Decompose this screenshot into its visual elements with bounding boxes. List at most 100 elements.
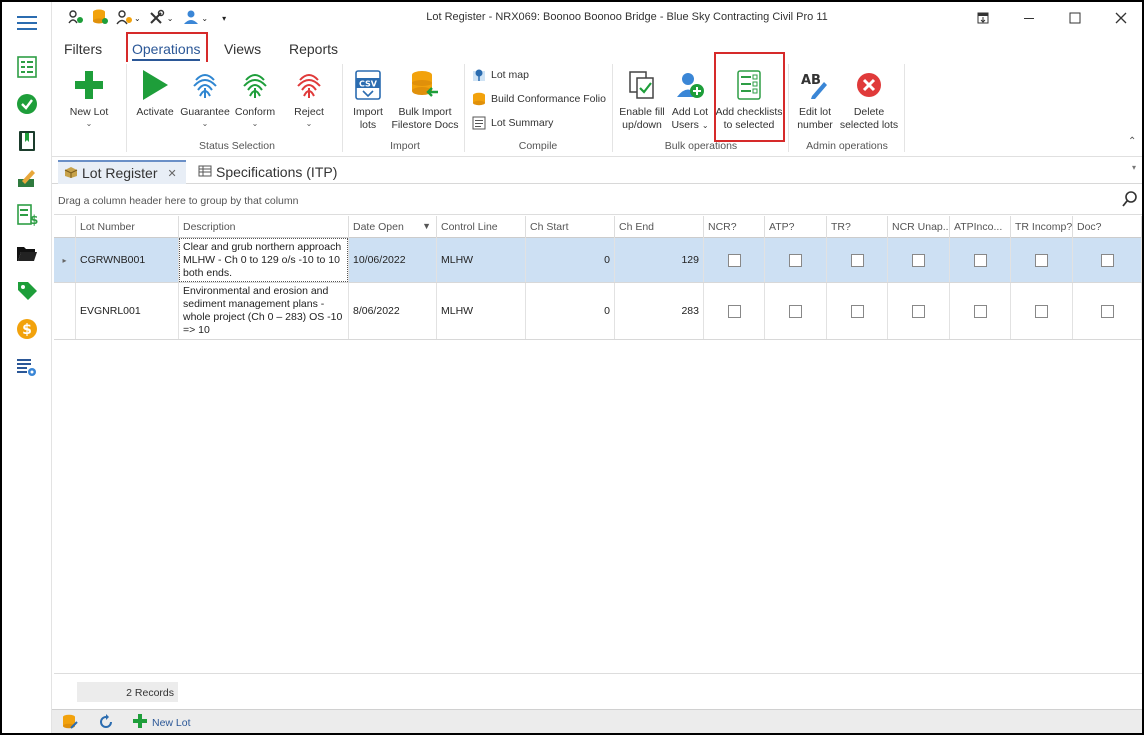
- atp-checkbox[interactable]: [789, 253, 802, 267]
- folder-open-nav-icon[interactable]: [14, 240, 40, 266]
- col-atp[interactable]: ATP?: [765, 216, 827, 238]
- tab-lot-register[interactable]: Lot Register ✕: [58, 160, 186, 184]
- cell-lot-number[interactable]: EVGNRL001: [76, 283, 179, 339]
- status-new-lot-button[interactable]: New Lot: [132, 713, 191, 732]
- close-tab-icon[interactable]: ✕: [167, 167, 176, 180]
- cell-tr: [827, 238, 888, 282]
- col-atp-incomplete[interactable]: ATPInco...: [950, 216, 1011, 238]
- ribbon-display-icon[interactable]: [972, 8, 994, 28]
- document-list-icon: [472, 116, 486, 130]
- group-by-panel[interactable]: Drag a column header here to group by th…: [54, 185, 1142, 215]
- box-icon: [64, 165, 78, 181]
- edit-lot-number-button[interactable]: AB Edit lot number: [792, 68, 838, 132]
- database-edit-icon[interactable]: [62, 714, 78, 733]
- ncr-checkbox[interactable]: [727, 304, 741, 318]
- delete-selected-lots-button[interactable]: Delete selected lots: [838, 68, 900, 132]
- ribbon-separator: [126, 64, 127, 152]
- ribbon-tabs: Filters Operations Views Reports: [52, 34, 1142, 62]
- refresh-icon[interactable]: [98, 714, 114, 733]
- activate-button[interactable]: Activate: [132, 68, 178, 119]
- col-ch-start[interactable]: Ch Start: [526, 216, 615, 238]
- guarantee-button[interactable]: Guarantee ⌄: [178, 68, 232, 128]
- doc-checkbox[interactable]: [1100, 253, 1114, 267]
- tab-views[interactable]: Views: [218, 39, 267, 59]
- add-lot-users-button[interactable]: Add Lot Users ⌄: [668, 68, 712, 132]
- cell-date-open[interactable]: 8/06/2022: [349, 283, 437, 339]
- col-control-line[interactable]: Control Line: [437, 216, 526, 238]
- doc-checkbox[interactable]: [1100, 304, 1114, 318]
- col-description[interactable]: Description: [179, 216, 349, 238]
- atp-checkbox[interactable]: [789, 304, 802, 318]
- build-conformance-folio-button[interactable]: Build Conformance Folio: [472, 90, 606, 108]
- lot-map-button[interactable]: Lot map: [472, 66, 529, 84]
- left-nav: $ $: [2, 2, 52, 733]
- col-ch-end[interactable]: Ch End: [615, 216, 704, 238]
- cell-atp-incomplete: [950, 238, 1011, 282]
- tab-overflow-icon[interactable]: ▾: [1132, 163, 1136, 172]
- reject-button[interactable]: Reject ⌄: [286, 68, 332, 128]
- fingerprint-red-icon: [292, 68, 326, 102]
- bookmark-book-nav-icon[interactable]: [14, 128, 40, 154]
- new-lot-button[interactable]: New Lot ⌄: [64, 68, 114, 128]
- bulk-import-button[interactable]: Bulk Import Filestore Docs: [390, 68, 460, 132]
- cell-ch-end[interactable]: 129: [615, 238, 704, 282]
- col-date-open[interactable]: Date Open ▼: [349, 216, 437, 238]
- close-button[interactable]: [1110, 8, 1132, 28]
- pencil-edit-nav-icon[interactable]: [14, 165, 40, 191]
- tab-specifications[interactable]: Specifications (ITP): [192, 160, 343, 184]
- col-date-open-label: Date Open: [353, 221, 404, 233]
- lot-register-nav-icon[interactable]: [14, 54, 40, 80]
- database-stack-icon: [472, 92, 486, 106]
- col-doc[interactable]: Doc?: [1073, 216, 1142, 238]
- cell-description-wrap[interactable]: Clear and grub northern approach MLHW - …: [179, 238, 349, 282]
- activate-label: Activate: [136, 106, 174, 118]
- table-row[interactable]: EVGNRL001 Environmental and erosion and …: [54, 283, 1142, 340]
- add-user-icon: [673, 68, 707, 102]
- tab-reports[interactable]: Reports: [283, 39, 344, 59]
- tr-checkbox[interactable]: [850, 253, 864, 267]
- tr-checkbox[interactable]: [850, 304, 864, 318]
- chevron-down-icon: ⌄: [251, 119, 259, 128]
- col-ncr-unapproved[interactable]: NCR Unap...: [888, 216, 950, 238]
- ncr-unapproved-checkbox[interactable]: [912, 304, 925, 318]
- tr-incomplete-checkbox[interactable]: [1035, 253, 1048, 267]
- import-lots-button[interactable]: CSV Import lots: [348, 68, 388, 132]
- tr-incomplete-checkbox[interactable]: [1035, 304, 1048, 318]
- maximize-button[interactable]: [1064, 8, 1086, 28]
- search-icon[interactable]: [1122, 191, 1138, 210]
- cell-ch-end[interactable]: 283: [615, 283, 704, 339]
- table-row[interactable]: ▸ CGRWNB001 Clear and grub northern appr…: [54, 238, 1142, 283]
- hamburger-menu-icon[interactable]: [14, 10, 40, 36]
- highlight-box-operations: [126, 32, 208, 64]
- col-tr-incomplete[interactable]: TR Incomp?: [1011, 216, 1073, 238]
- ncr-checkbox[interactable]: [727, 253, 741, 267]
- lot-summary-button[interactable]: Lot Summary: [472, 114, 553, 132]
- cost-document-nav-icon[interactable]: $: [14, 202, 40, 228]
- collapse-ribbon-icon[interactable]: ⌃: [1128, 136, 1136, 147]
- table-settings-nav-icon[interactable]: [14, 354, 40, 380]
- col-ncr[interactable]: NCR?: [704, 216, 765, 238]
- cell-ch-start[interactable]: 0: [526, 283, 615, 339]
- dollar-coin-nav-icon[interactable]: $: [14, 316, 40, 342]
- cell-lot-number[interactable]: CGRWNB001: [76, 238, 179, 282]
- cell-control-line[interactable]: MLHW: [437, 238, 526, 282]
- plus-icon: [132, 713, 148, 732]
- cell-control-line[interactable]: MLHW: [437, 283, 526, 339]
- ncr-unapproved-checkbox[interactable]: [912, 253, 925, 267]
- atp-incomplete-checkbox[interactable]: [973, 253, 987, 267]
- col-tr[interactable]: TR?: [827, 216, 888, 238]
- cell-description[interactable]: Environmental and erosion and sediment m…: [179, 283, 349, 339]
- tab-filters[interactable]: Filters: [58, 39, 108, 59]
- check-circle-nav-icon[interactable]: [14, 91, 40, 117]
- enable-fill-button[interactable]: Enable fill up/down: [616, 68, 668, 132]
- cell-atp: [765, 238, 827, 282]
- col-lot-number[interactable]: Lot Number: [76, 216, 179, 238]
- atp-incomplete-checkbox[interactable]: [973, 304, 987, 318]
- minimize-button[interactable]: [1018, 8, 1040, 28]
- status-selection-group-label: Status Selection: [199, 140, 275, 152]
- cell-ch-start[interactable]: 0: [526, 238, 615, 282]
- tag-nav-icon[interactable]: [14, 278, 40, 304]
- csv-file-icon: CSV: [351, 68, 385, 102]
- cell-date-open[interactable]: 10/06/2022: [349, 238, 437, 282]
- conform-button[interactable]: Conform ⌄: [232, 68, 278, 128]
